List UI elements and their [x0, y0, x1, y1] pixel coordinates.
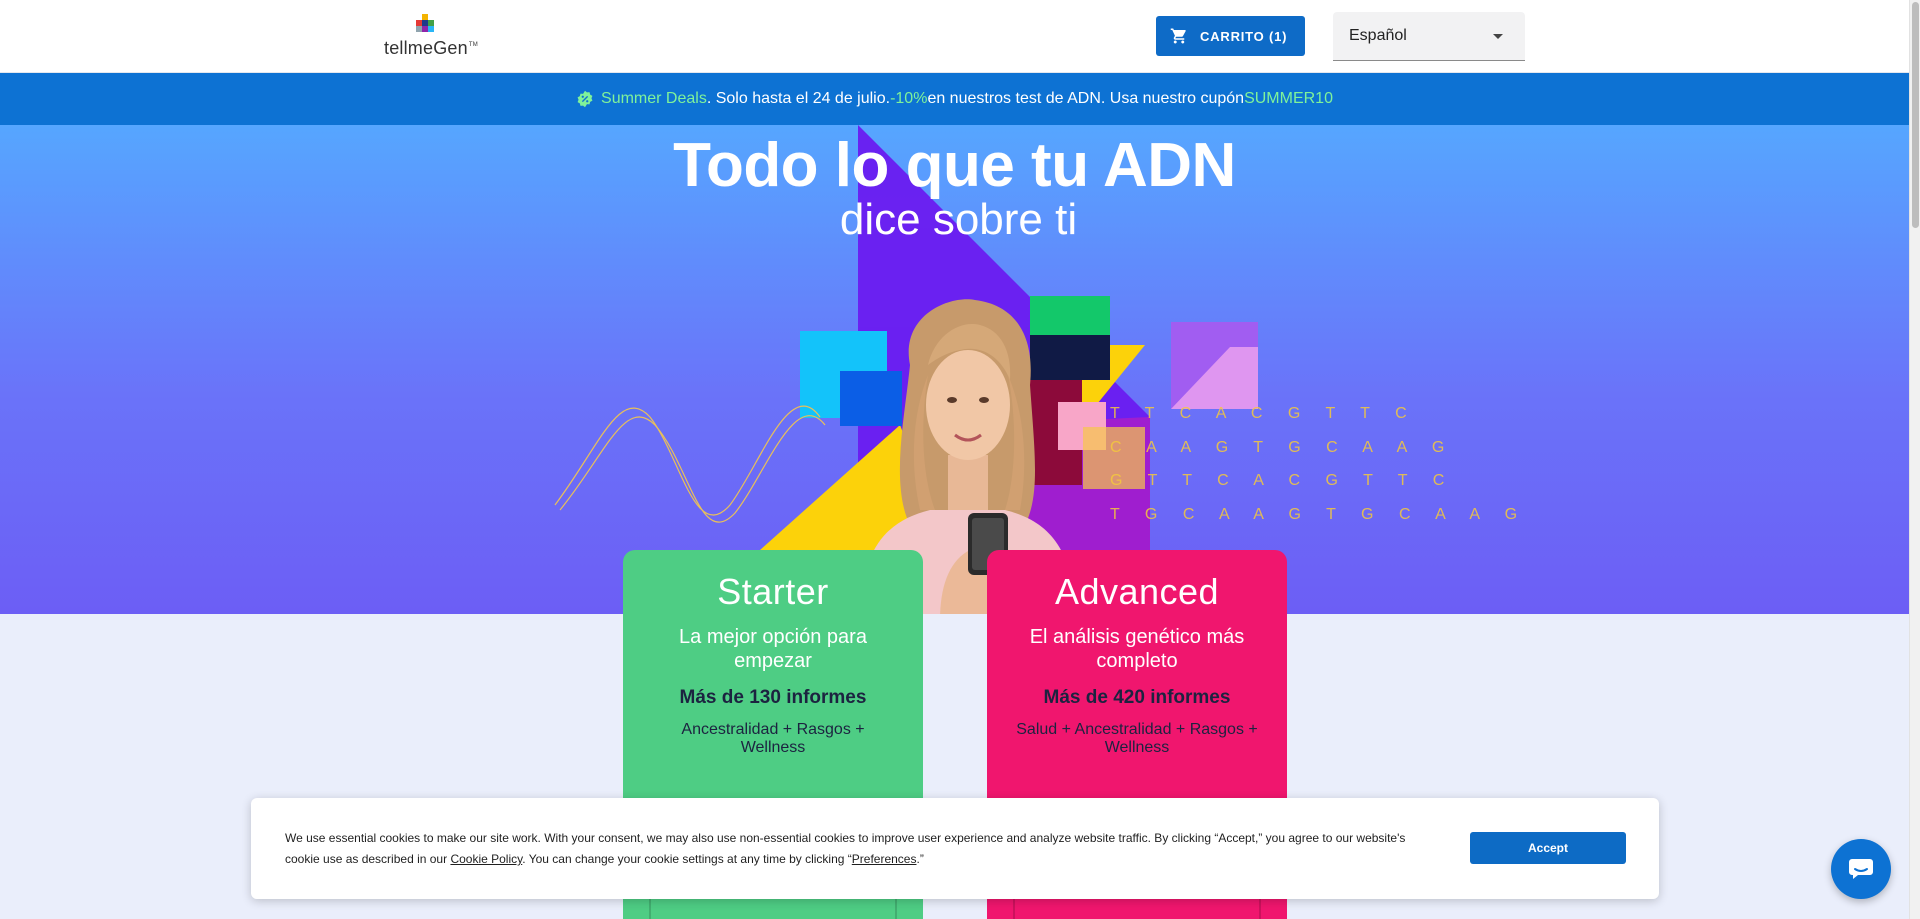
product-tagline: La mejor opción para empezar: [679, 626, 867, 672]
cart-label: CARRITO (1): [1200, 28, 1288, 44]
hero-section: Todo lo que tu ADN dice sobre ti T T C A…: [0, 125, 1909, 614]
preferences-link[interactable]: Preferences: [852, 852, 917, 866]
chat-launcher-button[interactable]: [1831, 839, 1891, 899]
dna-row: G T T C A C G T T C: [1110, 472, 1455, 489]
cookie-text: We use essential cookies to make our sit…: [285, 831, 1406, 866]
logo-text: tellmeGenTM: [384, 38, 478, 58]
dna-sequence-decoration: T T C A C G T T C C A A G T G C A A G G …: [1110, 397, 1528, 531]
product-reports: Más de 420 informes: [1043, 687, 1231, 708]
product-description: Ancestralidad + Rasgos + Wellness: [681, 721, 865, 756]
promo-banner: Summer Deals. Solo hasta el 24 de julio.…: [0, 73, 1909, 125]
dna-row: T T C A C G T T C: [1110, 405, 1418, 422]
product-name: Starter: [717, 571, 829, 612]
scrollbar-thumb[interactable]: [1912, 2, 1919, 228]
product-description: Salud + Ancestralidad + Rasgos + Wellnes…: [1016, 721, 1258, 756]
discount-badge-icon: [577, 90, 593, 108]
product-reports: Más de 130 informes: [679, 687, 867, 708]
promo-highlight: Summer Deals: [601, 90, 707, 107]
promo-text-2: en nuestros test de ADN. Usa nuestro cup…: [927, 90, 1245, 107]
card-footer: [987, 899, 1287, 919]
product-name: Advanced: [1054, 571, 1220, 612]
hero-subtitle: dice sobre ti: [839, 195, 1078, 244]
language-select[interactable]: Español: [1333, 12, 1525, 61]
site-header: tellmeGenTM CARRITO (1) Español: [0, 0, 1909, 73]
product-tagline: El análisis genético más completo: [1029, 626, 1245, 672]
logo-mark-icon: [414, 14, 436, 36]
tellmegen-logo[interactable]: tellmeGenTM: [384, 14, 478, 60]
chevron-down-icon: [1493, 34, 1503, 39]
promo-text-1: . Solo hasta el 24 de julio.: [706, 90, 891, 107]
hero-title: Todo lo que tu ADN: [673, 131, 1236, 200]
shopping-cart-icon: [1170, 28, 1186, 44]
card-footer: [623, 899, 923, 919]
cookie-banner: We use essential cookies to make our sit…: [251, 798, 1659, 899]
chat-bubble-icon: [1849, 859, 1873, 879]
cookie-policy-link[interactable]: Cookie Policy: [450, 852, 522, 866]
promo-coupon: SUMMER10: [1244, 90, 1333, 107]
dna-row: T G C A A G T G C A A G: [1110, 505, 1528, 523]
dna-row: C A A G T G C A A G: [1110, 438, 1455, 456]
page-scrollbar[interactable]: [1909, 0, 1920, 919]
accept-cookies-button[interactable]: Accept: [1470, 832, 1626, 864]
language-value: Español: [1349, 27, 1407, 44]
cart-button[interactable]: CARRITO (1): [1156, 16, 1305, 56]
promo-discount: -10%: [890, 90, 928, 107]
